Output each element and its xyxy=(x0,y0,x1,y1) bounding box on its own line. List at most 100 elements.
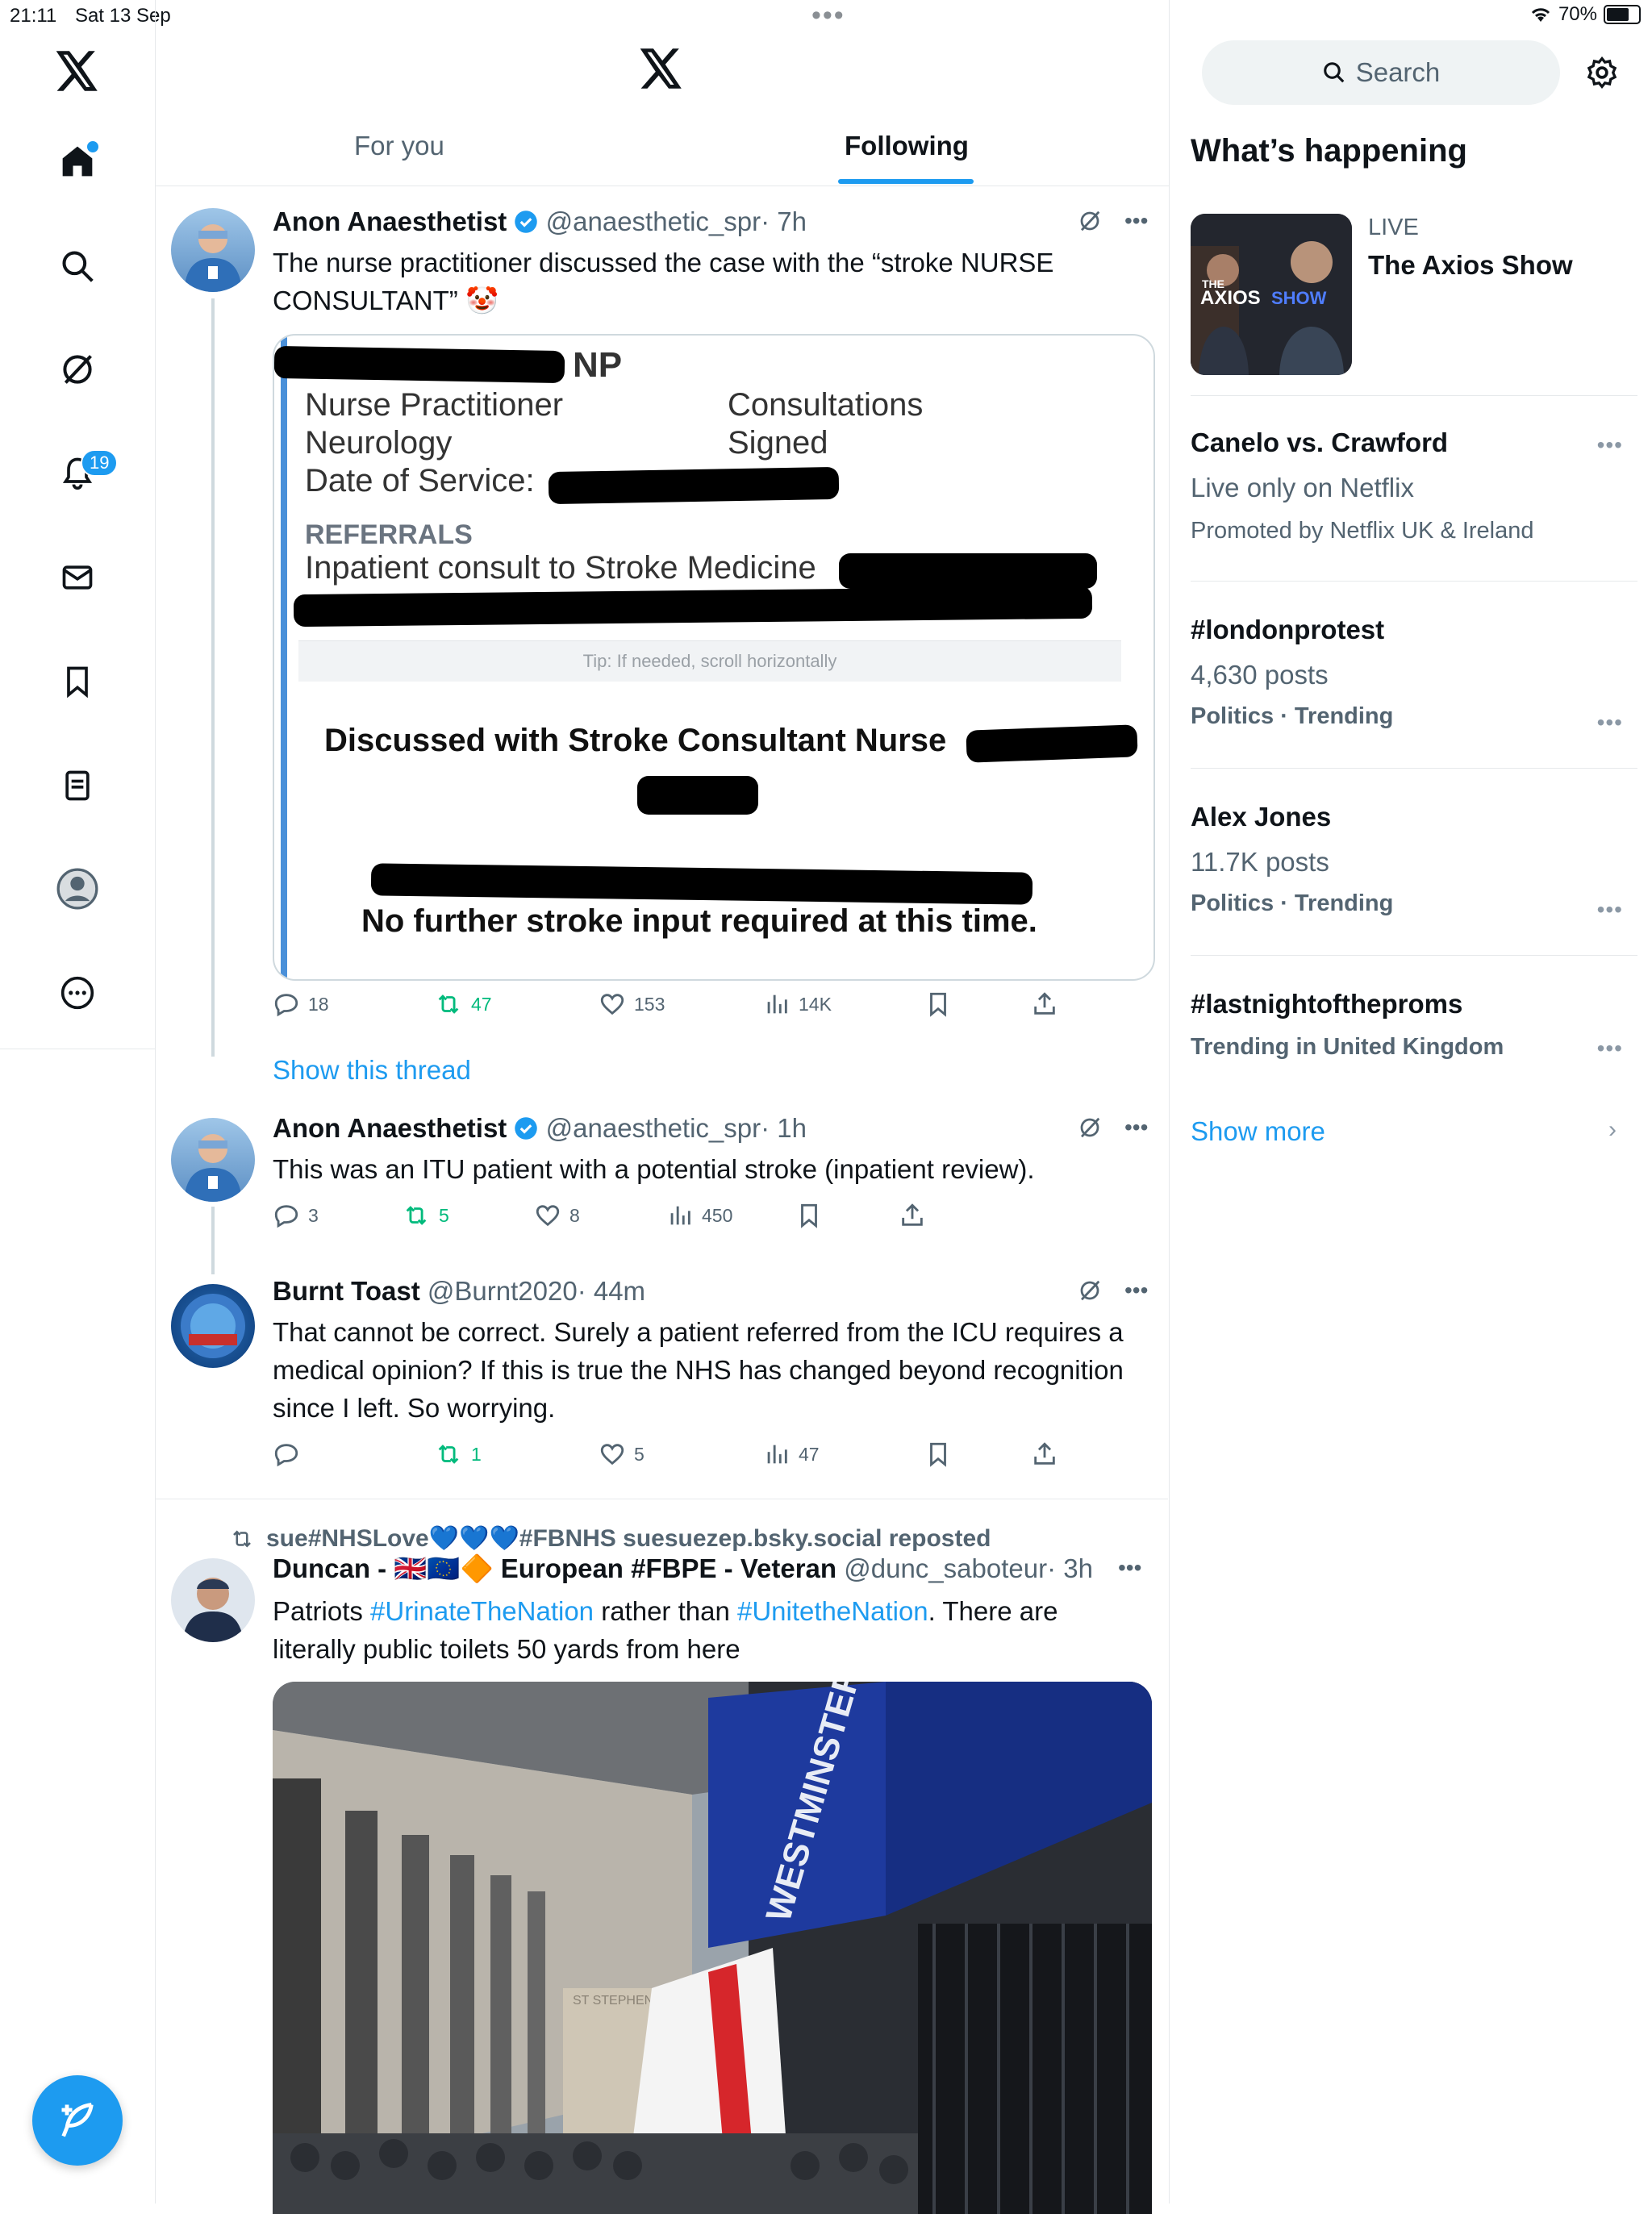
verified-badge-icon xyxy=(515,1117,538,1140)
more-options-icon[interactable]: ••• xyxy=(1124,1115,1148,1140)
like-count: 153 xyxy=(634,993,665,1015)
repost-context[interactable]: sue#NHSLove💙💙💙#FBNHS suesuezep.bsky.soci… xyxy=(229,1524,991,1553)
trend-item[interactable]: Canelo vs. Crawford Live only on Netflix… xyxy=(1191,427,1637,565)
doc-referral: Inpatient consult to Stroke Medicine xyxy=(305,550,816,586)
grok-explain-icon[interactable] xyxy=(1078,1278,1102,1303)
trend-category: Politics · Trending xyxy=(1191,703,1394,729)
views-button[interactable]: 14K xyxy=(763,990,832,1018)
tab-for-you[interactable]: For you xyxy=(354,131,444,161)
bookmark-button[interactable] xyxy=(924,990,952,1018)
trend-item[interactable]: Alex Jones 11.7K posts Politics · Trendi… xyxy=(1191,802,1637,939)
more-options-icon[interactable]: ••• xyxy=(1597,710,1623,736)
settings-gear-icon[interactable] xyxy=(1584,55,1620,90)
profile-avatar-icon[interactable] xyxy=(53,865,102,913)
tweet-header: Anon Anaesthetist @anaesthetic_spr· 7h xyxy=(273,206,807,237)
reply-button[interactable]: 18 xyxy=(273,990,329,1018)
tweet-text: This was an ITU patient with a potential… xyxy=(273,1154,1035,1184)
grok-explain-icon[interactable] xyxy=(1078,209,1102,233)
doc-date-label: Date of Service: xyxy=(305,463,535,498)
search-box[interactable]: Search xyxy=(1202,40,1560,105)
redaction xyxy=(966,724,1138,763)
live-thumbnail[interactable]: THE AXIOS SHOW xyxy=(1191,214,1352,375)
show-thread-link[interactable]: Show this thread xyxy=(273,1055,471,1086)
x-logo-icon[interactable] xyxy=(53,47,102,95)
repost-context-label: sue#NHSLove💙💙💙#FBNHS suesuezep.bsky.soci… xyxy=(266,1525,991,1552)
tweet-avatar[interactable] xyxy=(171,208,255,292)
tweet-actions: 18 47 153 14K xyxy=(273,990,1079,1023)
more-options-icon[interactable]: ••• xyxy=(1124,208,1148,234)
trend-item[interactable]: #londonprotest 4,630 posts Politics · Tr… xyxy=(1191,615,1637,752)
trend-item[interactable]: #lastnightoftheproms Trending in United … xyxy=(1191,989,1637,1078)
author-handle[interactable]: @Burnt2020 xyxy=(428,1276,578,1306)
x-logo-header-icon xyxy=(640,48,682,89)
author-handle[interactable]: @dunc_saboteur xyxy=(844,1553,1047,1583)
doc-scroll-tip: Tip: If needed, scroll horizontally xyxy=(298,640,1121,682)
views-button[interactable]: 47 xyxy=(763,1441,820,1468)
author-handle[interactable]: @anaesthetic_spr xyxy=(546,1113,761,1143)
tweet-avatar[interactable] xyxy=(171,1558,255,1642)
redaction xyxy=(637,776,758,815)
more-options-icon[interactable]: ••• xyxy=(1118,1555,1141,1581)
doc-conclusion: No further stroke input required at this… xyxy=(361,903,1037,939)
tweet-avatar[interactable] xyxy=(171,1284,255,1368)
compose-post-button[interactable] xyxy=(32,2075,123,2166)
tweet-top-actions: ••• xyxy=(1078,208,1636,234)
reply-icon xyxy=(274,1205,298,1228)
show-more-link[interactable]: Show more xyxy=(1191,1116,1325,1147)
repost-context-icon xyxy=(233,1529,251,1548)
more-options-icon[interactable]: ••• xyxy=(1124,1278,1148,1303)
more-options-icon[interactable]: ••• xyxy=(1597,897,1623,923)
tweet-avatar[interactable] xyxy=(171,1118,255,1202)
repost-button[interactable]: 1 xyxy=(434,1441,482,1468)
repost-button[interactable]: 47 xyxy=(434,990,492,1018)
tweet-header: Burnt Toast @Burnt2020· 44m xyxy=(273,1276,645,1307)
bookmark-button[interactable] xyxy=(924,1441,952,1468)
live-title[interactable]: The Axios Show xyxy=(1368,250,1573,281)
tweet-top-actions: ••• xyxy=(1078,1115,1636,1140)
bookmark-icon xyxy=(930,992,946,1017)
author-name[interactable]: Duncan - 🇬🇧🇪🇺🔶 European #FBPE - Veteran xyxy=(273,1553,836,1583)
messages-mail-icon[interactable] xyxy=(53,553,102,602)
like-button[interactable]: 5 xyxy=(599,1441,645,1468)
author-handle[interactable]: @anaesthetic_spr xyxy=(546,206,761,236)
bookmarks-icon[interactable] xyxy=(53,657,102,706)
more-options-icon[interactable]: ••• xyxy=(1597,432,1623,458)
bookmark-button[interactable] xyxy=(795,1202,823,1229)
trend-title: #lastnightoftheproms xyxy=(1191,989,1463,1019)
chevron-right-icon: › xyxy=(1608,1116,1617,1143)
author-name[interactable]: Anon Anaesthetist xyxy=(273,206,507,236)
grok-explain-icon[interactable] xyxy=(1078,1115,1102,1140)
thread-line xyxy=(211,1207,215,1274)
reply-button[interactable] xyxy=(273,1441,308,1468)
tab-following[interactable]: Following xyxy=(845,131,969,161)
more-menu-icon[interactable] xyxy=(53,969,102,1017)
hashtag-link[interactable]: #UrinateTheNation xyxy=(370,1596,594,1626)
tweet-time: · 1h xyxy=(761,1113,807,1143)
author-name[interactable]: Burnt Toast xyxy=(273,1276,420,1306)
reply-button[interactable]: 3 xyxy=(273,1202,319,1229)
hashtag-link[interactable]: #UnitetheNation xyxy=(737,1596,928,1626)
tweet-photo[interactable]: WESTMINSTER STATION ST STEPHEN xyxy=(273,1682,1152,2214)
search-icon[interactable] xyxy=(53,242,102,290)
thread-line xyxy=(211,298,215,1057)
lists-icon[interactable] xyxy=(53,761,102,810)
tweet-top-actions: ••• xyxy=(1078,1278,1636,1303)
share-button[interactable] xyxy=(1031,990,1058,1018)
views-button[interactable]: 450 xyxy=(666,1202,732,1229)
trend-location: Trending in United Kingdom xyxy=(1191,1034,1504,1060)
like-button[interactable]: 8 xyxy=(534,1202,580,1229)
author-name[interactable]: Anon Anaesthetist xyxy=(273,1113,507,1143)
repost-button[interactable]: 5 xyxy=(402,1202,449,1229)
grok-icon[interactable] xyxy=(53,345,102,394)
views-chart-icon xyxy=(670,1206,690,1225)
share-button[interactable] xyxy=(1031,1441,1058,1468)
share-button[interactable] xyxy=(899,1202,926,1229)
repost-count: 1 xyxy=(471,1443,482,1465)
like-button[interactable]: 153 xyxy=(599,990,665,1018)
tweet-actions: 3 5 8 450 xyxy=(273,1202,999,1234)
trend-separator xyxy=(1191,581,1637,582)
redaction xyxy=(293,586,1093,628)
tweet-actions: 1 5 47 xyxy=(273,1441,1079,1473)
tweet-image-document[interactable]: NP Nurse Practitioner Consultations Neur… xyxy=(273,334,1155,981)
more-options-icon[interactable]: ••• xyxy=(1597,1036,1623,1061)
